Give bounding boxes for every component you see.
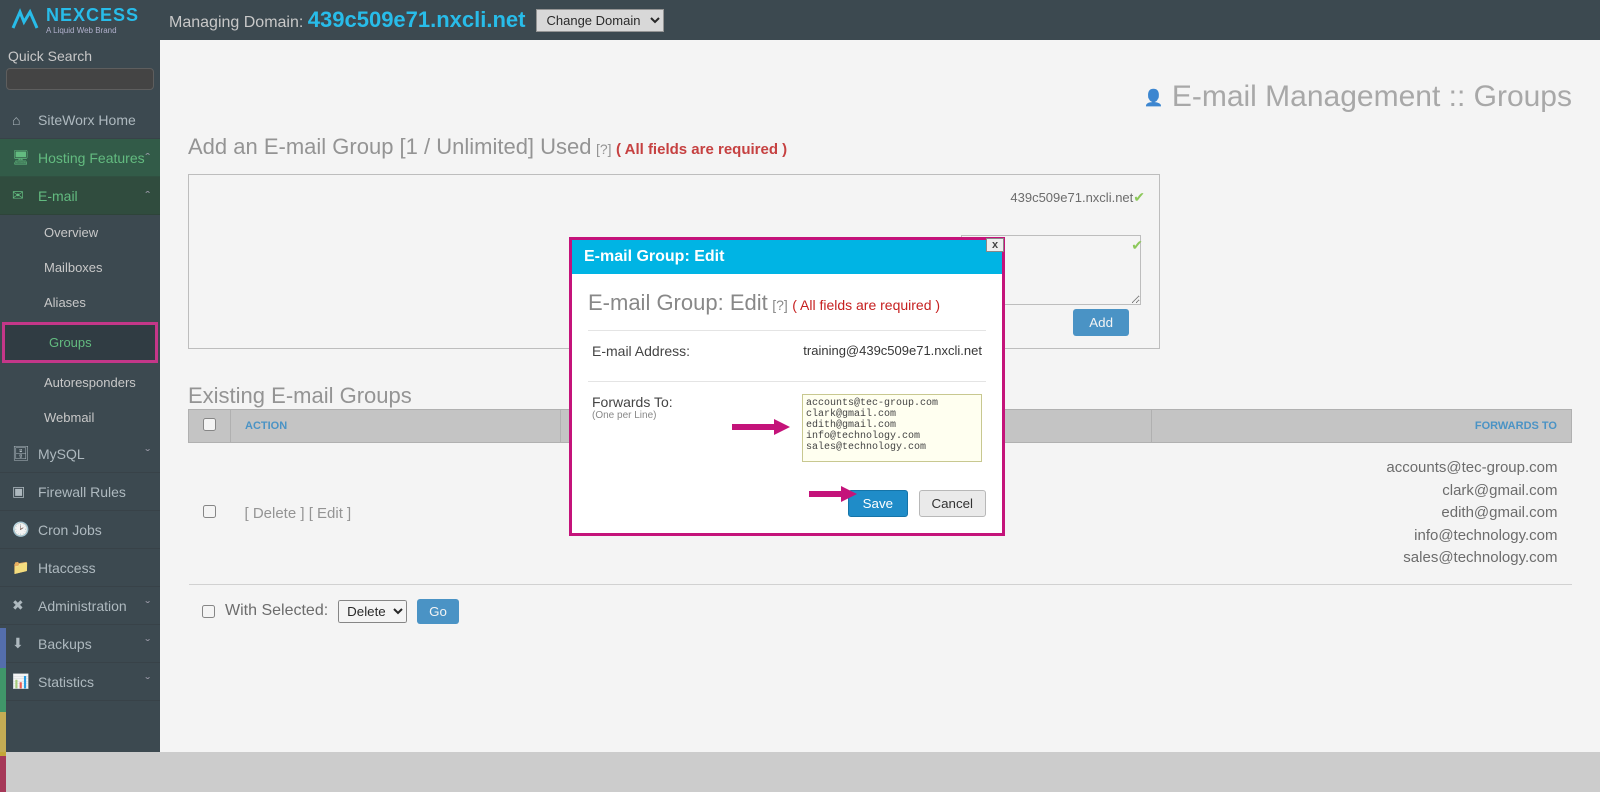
dialog-header: E-mail Group: Edit x — [572, 240, 1002, 274]
email-label: E-mail Address: — [592, 343, 690, 359]
dialog-title: E-mail Group: Edit — [584, 248, 724, 265]
accent-bar — [0, 756, 6, 792]
email-value: training@439c509e71.nxcli.net — [803, 343, 982, 358]
cancel-button[interactable]: Cancel — [919, 490, 987, 517]
forwards-sublabel: (One per Line) — [592, 410, 673, 421]
forwards-textarea[interactable] — [802, 394, 982, 462]
forwards-label: Forwards To: — [592, 394, 673, 410]
help-link[interactable]: [?] — [772, 297, 788, 313]
annotation-arrow — [809, 484, 859, 504]
annotation-arrow — [732, 417, 792, 437]
close-icon[interactable]: x — [986, 238, 1004, 252]
dialog-actions: Save Cancel — [572, 490, 1002, 533]
email-field-row: E-mail Address: training@439c509e71.nxcl… — [588, 330, 986, 371]
required-note: ( All fields are required ) — [792, 297, 940, 313]
edit-group-dialog: E-mail Group: Edit x E-mail Group: Edit … — [569, 237, 1005, 536]
dialog-subtitle: E-mail Group: Edit — [588, 290, 768, 315]
